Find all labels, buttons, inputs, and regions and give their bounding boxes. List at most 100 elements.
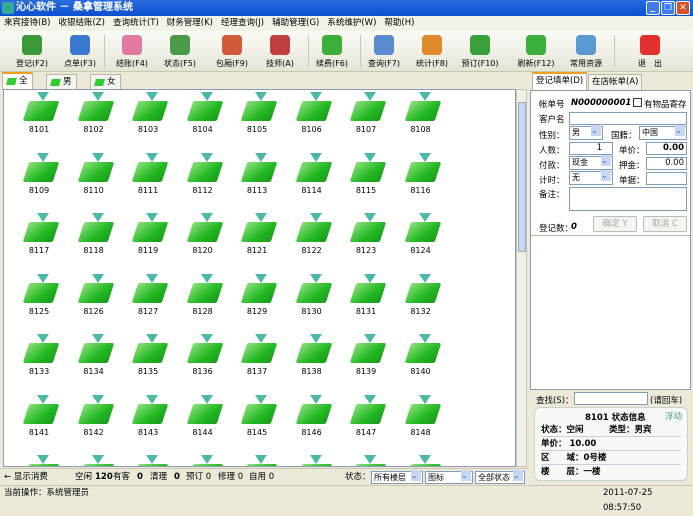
room-tile-partial[interactable] [69,453,119,466]
deposit-input[interactable]: 0.00 [646,157,687,170]
view-select[interactable]: 图标 [425,470,473,484]
price-input[interactable]: 0.00 [646,142,687,155]
vertical-scrollbar[interactable] [516,89,527,467]
tab-0[interactable]: 全部 [2,72,33,101]
room-tile[interactable]: 8111 [123,151,173,206]
room-tile[interactable]: 8123 [341,211,391,266]
toolbar-button-8[interactable]: 统计(F8) [408,33,456,71]
room-tile-partial[interactable] [14,453,64,466]
room-tile[interactable]: 8138 [287,332,337,387]
slip-input[interactable] [646,172,687,185]
room-tile[interactable]: 8109 [14,151,64,206]
close-button[interactable]: ✕ [676,1,690,15]
room-tile[interactable]: 8126 [69,272,119,327]
room-tile[interactable]: 8121 [232,211,282,266]
menu-item-0[interactable]: 来宾接待(B) [0,16,54,31]
room-tile[interactable]: 8144 [178,393,228,448]
people-stepper[interactable]: 1 [569,142,613,155]
toolbar-button-12[interactable]: 退 出 [626,33,674,71]
room-tile[interactable]: 8131 [341,272,391,327]
room-tile[interactable]: 8141 [14,393,64,448]
room-tile[interactable]: 8103 [123,90,173,145]
room-tile[interactable]: 8105 [232,90,282,145]
room-tile[interactable]: 8124 [396,211,446,266]
menu-item-5[interactable]: 辅助管理(G) [268,16,323,31]
toolbar-button-11[interactable]: 常用资源 [562,33,610,71]
nationality-select[interactable]: 中国 [639,125,687,140]
room-tile-partial[interactable] [232,453,282,466]
find-input[interactable] [574,392,648,405]
toolbar-button-10[interactable]: 刷新(F12) [512,33,560,71]
gender-select[interactable]: 男 [569,125,603,140]
room-tile[interactable]: 8125 [14,272,64,327]
room-tile[interactable]: 8119 [123,211,173,266]
toolbar-button-0[interactable]: 登记(F2) [8,33,56,71]
toolbar-button-7[interactable]: 查询(F7) [360,33,408,71]
room-tile[interactable]: 8130 [287,272,337,327]
room-tile[interactable]: 8137 [232,332,282,387]
room-tile[interactable]: 8112 [178,151,228,206]
room-tile[interactable]: 8101 [14,90,64,145]
cancel-button[interactable]: 取消 C [643,216,687,232]
toolbar-button-5[interactable]: 技师(A) [256,33,304,71]
room-tile[interactable]: 8147 [341,393,391,448]
room-tile[interactable]: 8102 [69,90,119,145]
menu-item-7[interactable]: 帮助(H) [380,16,418,31]
maximize-button[interactable]: ❐ [661,1,675,15]
room-tile[interactable]: 8139 [341,332,391,387]
room-tile[interactable]: 8148 [396,393,446,448]
room-tile[interactable]: 8128 [178,272,228,327]
room-tile[interactable]: 8104 [178,90,228,145]
room-tile-partial[interactable] [123,453,173,466]
room-tile-partial[interactable] [178,453,228,466]
room-tile[interactable]: 8108 [396,90,446,145]
room-tile[interactable]: 8110 [69,151,119,206]
payment-select[interactable]: 现金 [569,155,613,170]
toolbar-button-9[interactable]: 预订(F10) [456,33,504,71]
room-tile[interactable]: 8132 [396,272,446,327]
scrollbar-thumb[interactable] [518,102,526,252]
toolbar-button-1[interactable]: 点单(F3) [56,33,104,71]
room-tile[interactable]: 8120 [178,211,228,266]
toolbar-button-2[interactable]: 结账(F4) [108,33,156,71]
room-tile[interactable]: 8146 [287,393,337,448]
tab-in-store-bills[interactable]: 在店帐单(A) [588,74,643,90]
room-tile[interactable]: 8115 [341,151,391,206]
room-tile[interactable]: 8106 [287,90,337,145]
room-tile[interactable]: 8107 [341,90,391,145]
menu-item-3[interactable]: 财务管理(K) [163,16,217,31]
tab-registration[interactable]: 登记填单(D) [532,72,588,90]
room-tile[interactable]: 8145 [232,393,282,448]
room-tile-partial[interactable] [396,453,446,466]
show-consumption-toggle[interactable]: ← 显示消费 [4,469,48,485]
confirm-button[interactable]: 确定 Y [593,216,637,232]
menu-item-4[interactable]: 经理查询(J) [217,16,268,31]
room-tile[interactable]: 8140 [396,332,446,387]
room-tile[interactable]: 8133 [14,332,64,387]
deposit-items-checkbox[interactable] [633,98,642,107]
room-tile[interactable]: 8113 [232,151,282,206]
room-tile[interactable]: 8122 [287,211,337,266]
tab-2[interactable]: 女宾 [90,74,121,102]
room-tile[interactable]: 8134 [69,332,119,387]
room-tile[interactable]: 8127 [123,272,173,327]
room-tile-partial[interactable] [287,453,337,466]
room-tile[interactable]: 8116 [396,151,446,206]
tab-1[interactable]: 男宾 [46,74,77,102]
menu-item-1[interactable]: 收银结账(Z) [54,16,108,31]
toolbar-button-4[interactable]: 包厢(F9) [208,33,256,71]
toolbar-button-3[interactable]: 状态(F5) [156,33,204,71]
floor-select[interactable]: 所有楼层 [371,470,423,484]
room-tile[interactable]: 8129 [232,272,282,327]
room-tile[interactable]: 8143 [123,393,173,448]
room-tile[interactable]: 8117 [14,211,64,266]
room-tile[interactable]: 8114 [287,151,337,206]
float-link[interactable]: 浮动 [665,410,682,422]
room-tile[interactable]: 8136 [178,332,228,387]
timing-select[interactable]: 无 [569,170,613,185]
state-select[interactable]: 全部状态 [475,470,525,484]
room-tile-partial[interactable] [341,453,391,466]
customer-input[interactable] [569,112,687,125]
room-tile[interactable]: 8135 [123,332,173,387]
toolbar-button-6[interactable]: 续费(F6) [308,33,356,71]
